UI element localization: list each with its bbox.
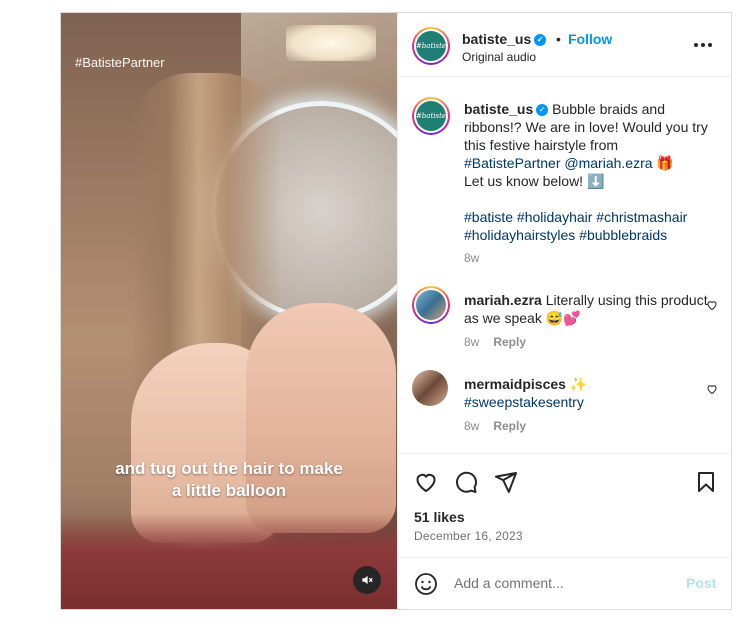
post-side-panel: #batiste batiste_us ✓ • Follow Original a… [397,13,732,609]
reply-button[interactable]: Reply [493,335,526,349]
video-shirt [61,513,397,609]
post-comment-button[interactable]: Post [686,575,716,591]
comment-username[interactable]: mariah.ezra [464,292,542,308]
avatar-photo [412,370,448,406]
save-bookmark-icon[interactable] [694,470,718,494]
instagram-post: #BatistePartner and tug out the hair to … [60,12,732,610]
video-caption-overlay: and tug out the hair to make a little ba… [61,458,397,502]
mute-icon [362,575,373,585]
video-caption-line-1: and tug out the hair to make [115,459,343,478]
caption-mention-link[interactable]: @mariah.ezra [564,155,652,171]
comment-hashtag-link[interactable]: #sweepstakesentry [464,394,584,410]
post-video[interactable]: #BatistePartner and tug out the hair to … [61,13,397,609]
comment-emoji: 😅💕 [545,310,581,326]
more-options-button[interactable] [694,37,714,53]
caption-hashtags-1[interactable]: #batiste #holidayhair #christmashair [464,209,687,225]
add-comment-bar: Add a comment... Post [398,557,732,609]
caption-text-2: Let us know below! [464,173,584,189]
post-date: December 16, 2023 [414,529,523,543]
likes-count[interactable]: 51 likes [414,509,465,525]
comment-meta: 8w Reply [464,335,526,349]
verified-badge-icon: ✓ [536,104,549,117]
commenter-avatar[interactable] [412,286,450,324]
emoji-smiley-icon[interactable] [414,572,438,596]
caption-author-avatar[interactable]: #batiste [412,97,450,135]
caption-hashtags-2[interactable]: #holidayhairstyles #bubblebraids [464,227,667,243]
like-comment-heart-icon[interactable] [706,383,718,395]
batiste-logo: #batiste [416,101,446,131]
verified-badge-icon: ✓ [534,34,547,47]
caption-hashtag-link[interactable]: #BatistePartner [464,155,561,171]
mute-button[interactable] [353,566,381,594]
down-arrow-emoji: ⬇️ [586,173,605,189]
more-dot-icon [694,43,698,47]
caption-timestamp: 8w [464,251,480,265]
batiste-logo: #batiste [416,31,446,61]
original-audio-link[interactable]: Original audio [462,50,536,64]
comment-2: mermaidpisces ✨ #sweepstakesentry [464,375,709,411]
video-partner-tag: #BatistePartner [75,55,165,70]
author-avatar[interactable]: #batiste [412,27,450,65]
follow-button[interactable]: Follow [568,31,612,47]
comment-bubble-icon[interactable] [454,470,478,494]
like-comment-heart-icon[interactable] [706,299,718,311]
comment-1: mariah.ezra Literally using this product… [464,291,709,327]
caption-username[interactable]: batiste_us [464,101,533,117]
commenter-avatar[interactable] [412,370,448,406]
more-dot-icon [701,43,705,47]
reply-button[interactable]: Reply [493,419,526,433]
sparkles-emoji: ✨ [569,376,588,392]
gift-emoji: 🎁 [656,155,674,171]
avatar-photo [416,290,446,320]
separator-dot: • [556,31,561,47]
comment-meta: 8w Reply [464,419,526,433]
more-dot-icon [708,43,712,47]
post-caption: batiste_us ✓ Bubble braids and ribbons!? … [464,100,709,244]
share-send-icon[interactable] [494,470,518,494]
author-username[interactable]: batiste_us ✓ [462,31,547,47]
video-caption-line-2: a little balloon [171,481,287,500]
comment-input[interactable]: Add a comment... [454,575,564,591]
comment-username[interactable]: mermaidpisces [464,376,566,392]
comment-timestamp: 8w [464,419,480,433]
post-header: #batiste batiste_us ✓ • Follow Original a… [398,13,732,77]
video-lamp-light [286,25,376,61]
like-heart-icon[interactable] [414,470,438,494]
comment-timestamp: 8w [464,335,480,349]
